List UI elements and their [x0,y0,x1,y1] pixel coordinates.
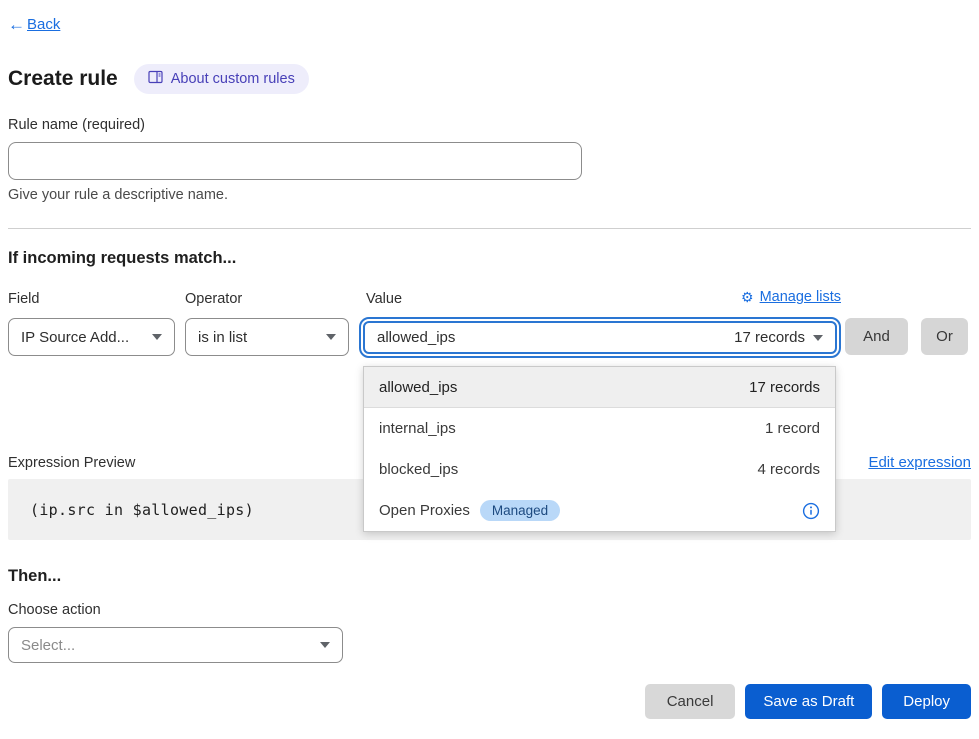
footer-buttons: Cancel Save as Draft Deploy [645,684,971,719]
manage-lists-label: Manage lists [760,289,841,305]
list-option-allowed-ips[interactable]: allowed_ips 17 records [364,367,835,408]
expression-preview-label: Expression Preview [8,455,135,471]
value-select-name: allowed_ips [377,329,455,346]
cancel-button[interactable]: Cancel [645,684,736,719]
deploy-button[interactable]: Deploy [882,684,971,719]
expression-code: (ip.src in $allowed_ips) [30,501,254,519]
list-option-internal-ips[interactable]: internal_ips 1 record [364,408,835,449]
operator-select-value: is in list [198,329,247,346]
operator-label: Operator [185,291,242,307]
list-option-blocked-ips[interactable]: blocked_ips 4 records [364,449,835,490]
rule-name-helper: Give your rule a descriptive name. [8,187,228,203]
section-divider [8,228,971,229]
back-arrow-icon: ← [8,16,25,33]
back-link[interactable]: ← Back [8,16,60,33]
list-option-record-count: 1 record [765,420,820,437]
rule-name-label: Rule name (required) [8,117,145,133]
edit-expression-link[interactable]: Edit expression [868,454,971,471]
gear-icon: ⚙ [741,290,754,304]
page-title: Create rule [8,67,118,91]
list-option-record-count: 4 records [757,461,820,478]
about-custom-rules-link[interactable]: About custom rules [134,64,309,94]
action-select-placeholder: Select... [21,637,75,654]
operator-select[interactable]: is in list [185,318,349,356]
chevron-down-icon [813,335,823,341]
match-section-heading: If incoming requests match... [8,249,236,268]
value-select-record-count: 17 records [734,329,805,346]
manage-lists-link[interactable]: ⚙ Manage lists [741,289,841,305]
value-label: Value [366,291,402,307]
about-badge-label: About custom rules [171,71,295,87]
info-icon[interactable] [802,502,820,520]
value-select[interactable]: allowed_ips 17 records [363,321,837,354]
field-select-value: IP Source Add... [21,329,129,346]
field-label: Field [8,291,39,307]
list-option-name: blocked_ips [379,461,458,478]
list-option-open-proxies[interactable]: Open Proxies Managed [364,490,835,531]
chevron-down-icon [152,334,162,340]
rule-name-input[interactable] [8,142,582,180]
field-select[interactable]: IP Source Add... [8,318,175,356]
list-option-name: allowed_ips [379,379,457,396]
book-icon [148,70,163,88]
and-button[interactable]: And [845,318,908,355]
action-select[interactable]: Select... [8,627,343,663]
value-dropdown-menu: allowed_ips 17 records internal_ips 1 re… [363,366,836,532]
then-section-heading: Then... [8,567,61,586]
list-option-name: internal_ips [379,420,456,437]
title-row: Create rule About custom rules [8,64,309,94]
or-button[interactable]: Or [921,318,968,355]
managed-badge: Managed [480,500,560,521]
choose-action-label: Choose action [8,602,101,618]
chevron-down-icon [320,642,330,648]
list-option-name: Open Proxies [379,502,470,519]
save-as-draft-button[interactable]: Save as Draft [745,684,872,719]
list-option-record-count: 17 records [749,379,820,396]
chevron-down-icon [326,334,336,340]
back-link-label: Back [27,16,60,33]
